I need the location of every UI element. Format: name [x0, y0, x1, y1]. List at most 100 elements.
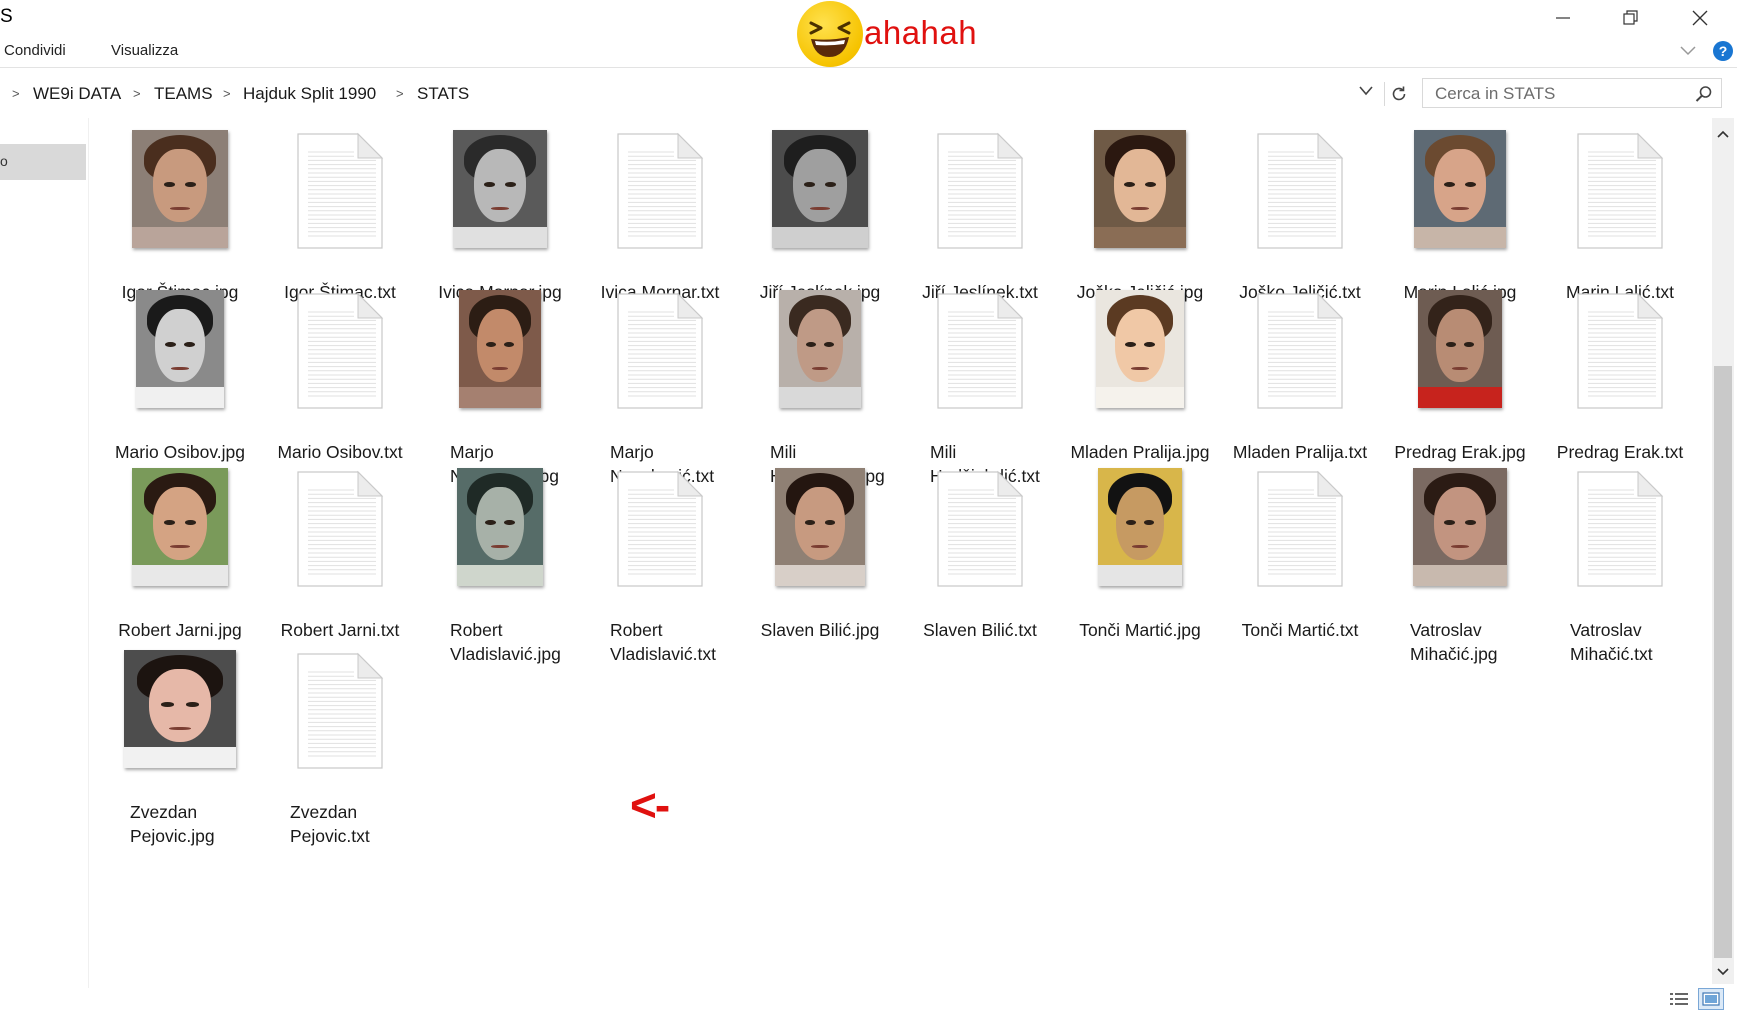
text-document-icon: [617, 470, 704, 587]
player-photo: [132, 130, 228, 248]
search-input[interactable]: [1433, 83, 1687, 105]
minimize-button[interactable]: [1528, 0, 1598, 36]
text-document-icon: [937, 292, 1024, 409]
image-thumbnail: [740, 290, 900, 430]
overlay-laugh-text: ahahah: [864, 14, 978, 51]
image-thumbnail: [740, 468, 900, 608]
file-name: Robert Vladislavić.jpg: [450, 620, 561, 664]
large-icons-view-button[interactable]: [1698, 988, 1724, 1010]
restore-button[interactable]: [1596, 0, 1666, 36]
player-photo: [779, 290, 861, 408]
search-icon[interactable]: [1695, 85, 1713, 103]
document-icon: [1540, 468, 1700, 608]
document-icon: [1220, 130, 1380, 270]
large-icons-view-icon: [1702, 992, 1720, 1006]
player-photo: [1094, 130, 1186, 248]
address-dropdown-chevron-icon[interactable]: [1358, 85, 1374, 97]
overlay-arrow-text: <-: [630, 779, 670, 831]
vertical-scrollbar[interactable]: [1712, 118, 1734, 984]
nav-item-label: o: [0, 153, 8, 169]
file-name: Mladen Pralija.jpg: [1070, 442, 1210, 462]
player-photo: [772, 130, 868, 248]
window-title: S: [0, 6, 13, 27]
document-icon: [580, 130, 740, 270]
scroll-down-arrow-icon[interactable]: [1715, 964, 1731, 980]
player-photo: [132, 468, 228, 586]
scrollbar-thumb[interactable]: [1714, 366, 1732, 958]
document-icon: [260, 650, 420, 790]
image-thumbnail: [1380, 468, 1540, 608]
image-thumbnail: [420, 290, 580, 430]
laughing-emoji-icon: [797, 1, 863, 67]
minimize-icon: [1556, 17, 1570, 19]
breadcrumb-chevron-icon: >: [396, 86, 404, 101]
file-name: Tonči Martić.jpg: [1079, 620, 1201, 640]
help-icon[interactable]: ?: [1713, 41, 1733, 61]
ribbon-divider: [0, 67, 1737, 68]
close-button[interactable]: [1665, 0, 1735, 36]
document-icon: [260, 290, 420, 430]
file-name: Zvezdan Pejovic.jpg: [130, 802, 215, 846]
image-thumbnail: [1060, 468, 1220, 608]
file-name: Mario Osibov.jpg: [114, 442, 245, 462]
player-photo: [124, 650, 236, 768]
image-thumbnail: [100, 290, 260, 430]
document-icon: [1540, 290, 1700, 430]
breadcrumb-hajduk-split-1990[interactable]: Hajduk Split 1990: [243, 84, 376, 104]
breadcrumb-we9i-data[interactable]: WE9i DATA: [33, 84, 121, 104]
document-icon: [580, 290, 740, 430]
image-thumbnail: [1060, 130, 1220, 270]
scroll-up-arrow-icon[interactable]: [1715, 126, 1731, 142]
file-name: Mladen Pralija.txt: [1232, 442, 1368, 462]
text-document-icon: [297, 132, 384, 249]
refresh-icon: [1392, 86, 1406, 101]
breadcrumb-teams[interactable]: TEAMS: [154, 84, 213, 104]
file-name: Zvezdan Pejovic.txt: [290, 802, 370, 846]
text-document-icon: [1577, 470, 1664, 587]
file-name: Slaven Bilić.txt: [923, 620, 1037, 640]
search-box[interactable]: [1422, 78, 1722, 108]
details-view-icon: [1670, 993, 1688, 1005]
document-icon: [580, 468, 740, 608]
tab-condividi[interactable]: Condividi: [4, 42, 66, 59]
file-name: Robert Vladislavić.txt: [610, 620, 717, 664]
document-icon: [900, 130, 1060, 270]
ribbon-expand-chevron-icon[interactable]: [1680, 46, 1696, 56]
tab-visualizza[interactable]: Visualizza: [111, 42, 178, 59]
document-icon: [260, 468, 420, 608]
text-document-icon: [617, 292, 704, 409]
document-icon: [900, 290, 1060, 430]
file-name: Vatroslav Mihačić.txt: [1570, 620, 1653, 664]
player-photo: [1413, 468, 1507, 586]
file-name: Mario Osibov.txt: [277, 442, 403, 462]
file-name: Predrag Erak.txt: [1556, 442, 1684, 462]
image-thumbnail: [420, 130, 580, 270]
refresh-button[interactable]: [1384, 82, 1413, 106]
restore-icon: [1623, 10, 1638, 25]
breadcrumb-stats[interactable]: STATS: [417, 84, 469, 104]
document-icon: [1220, 290, 1380, 430]
player-photo: [1418, 290, 1502, 408]
image-thumbnail: [1060, 290, 1220, 430]
player-photo: [775, 468, 865, 586]
player-photo: [136, 290, 224, 408]
details-view-button[interactable]: [1666, 988, 1692, 1010]
breadcrumb-chevron-icon: >: [12, 86, 20, 101]
image-thumbnail: [1380, 130, 1540, 270]
player-photo: [453, 130, 547, 248]
address-bar[interactable]: > WE9i DATA > TEAMS > Hajduk Split 1990 …: [0, 78, 1380, 108]
navigation-pane: o: [0, 118, 89, 988]
text-document-icon: [1257, 292, 1344, 409]
breadcrumb-chevron-icon: >: [223, 86, 231, 101]
player-photo: [459, 290, 541, 408]
text-document-icon: [937, 470, 1024, 587]
image-thumbnail: [740, 130, 900, 270]
file-name: Robert Jarni.jpg: [118, 620, 242, 640]
text-document-icon: [297, 470, 384, 587]
player-photo: [1414, 130, 1506, 248]
file-name: Tonči Martić.txt: [1241, 620, 1359, 640]
nav-item-selected[interactable]: o: [0, 144, 86, 180]
text-document-icon: [297, 292, 384, 409]
player-photo: [1098, 468, 1182, 586]
text-document-icon: [617, 132, 704, 249]
